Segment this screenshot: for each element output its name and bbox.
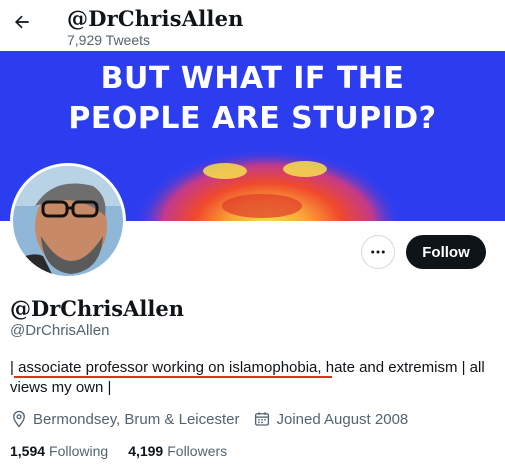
display-name: @DrChrisAllen [10,296,184,321]
header-title: @DrChrisAllen [67,6,244,31]
profile-header: @DrChrisAllen 7,929 Tweets [0,0,505,50]
follow-button[interactable]: Follow [406,235,486,269]
followers-label: Followers [167,443,228,459]
calendar-icon [255,412,270,426]
back-button[interactable] [8,8,36,36]
follow-stats: 1,594 Following 4,199 Followers [10,443,247,459]
following-count: 1,594 [10,443,46,459]
profile-meta: Bermondsey, Brum & Leicester Joined Augu… [10,410,408,428]
following-label: Following [49,443,109,459]
profile-bio: | associate professor working on islamop… [10,359,485,396]
bio-underline-annotation [14,376,332,378]
avatar[interactable] [10,163,126,279]
more-button[interactable] [361,235,395,269]
location-icon [13,410,25,428]
more-horizontal-icon [371,250,385,254]
banner-line-1: BUT WHAT IF THE [100,61,405,96]
location-text: Bermondsey, Brum & Leicester [33,410,240,428]
banner-line-2: PEOPLE ARE STUPID? [68,101,437,136]
joined-date: Joined August 2008 [276,410,409,428]
followers-link[interactable]: 4,199 Followers [128,443,227,459]
arrow-left-icon [15,15,29,29]
tweet-count: 7,929 Tweets [67,32,151,48]
avatar-photo [13,166,123,276]
followers-count: 4,199 [128,443,164,459]
user-handle: @DrChrisAllen [10,322,110,339]
following-link[interactable]: 1,594 Following [10,443,108,459]
